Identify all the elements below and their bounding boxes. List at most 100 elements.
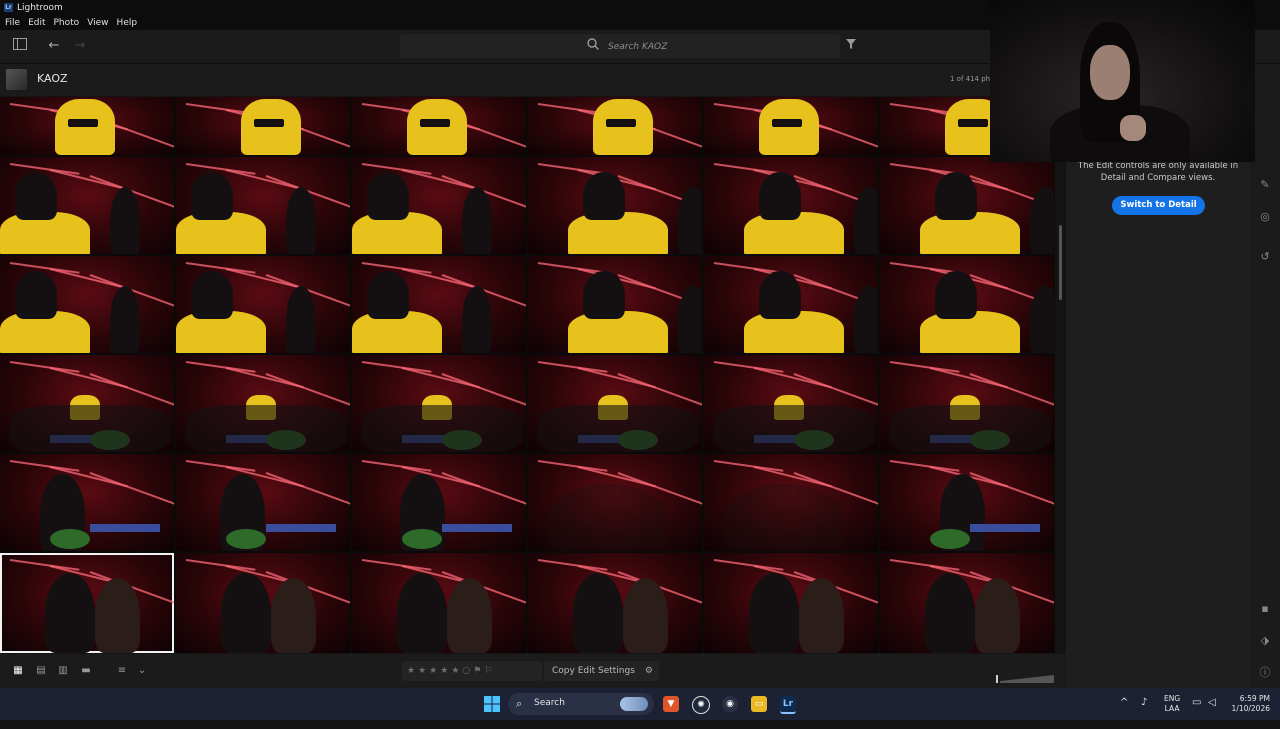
menu-edit[interactable]: Edit [28,18,45,28]
person-left [45,573,95,653]
photo-thumbnail[interactable] [352,454,526,551]
unflag-icon[interactable]: ○ [462,666,470,676]
copy-edit-settings-button[interactable]: Copy Edit Settings ⚙ [544,661,659,681]
filter-icon[interactable] [846,39,856,52]
back-arrow-icon[interactable]: ← [46,38,62,54]
detail-view-icon[interactable]: ▬ [80,665,92,677]
menu-photo[interactable]: Photo [54,18,80,28]
volume-icon[interactable]: ◁ [1208,697,1216,729]
info-icon[interactable]: ⓘ [1258,666,1272,680]
switch-to-detail-button[interactable]: Switch to Detail [1112,196,1205,215]
sort-chevron-down-icon[interactable]: ⌄ [136,665,148,677]
network-icon[interactable]: ▭ [1192,697,1201,729]
gear-icon[interactable]: ⚙ [645,661,653,681]
photo-thumbnail[interactable] [176,97,350,155]
photo-thumbnail[interactable] [176,454,350,551]
photo-thumbnail[interactable] [352,97,526,155]
clock-date: 1/10/2026 [1231,704,1270,713]
square-grid-view-icon[interactable]: ▦ [12,665,24,677]
star-icon[interactable]: ★ [429,666,437,676]
photo-thumbnail[interactable] [528,97,702,155]
photo-thumbnail[interactable] [880,454,1054,551]
photo-thumbnail[interactable] [0,97,174,155]
photo-thumbnail[interactable] [528,355,702,452]
photo-thumbnail[interactable] [528,157,702,254]
laser-beam [401,268,480,290]
photo-thumbnail[interactable] [352,157,526,254]
photo-grid-view-icon[interactable]: ▤ [35,665,47,677]
grid-scrollbar[interactable] [1056,97,1066,653]
thumbnail-size-slider[interactable] [996,668,1054,683]
dj-equipment [970,524,1040,532]
photo-thumbnail[interactable] [704,97,878,155]
photo-thumbnail[interactable] [528,256,702,353]
menu-file[interactable]: File [5,18,20,28]
photo-thumbnail[interactable] [704,256,878,353]
photo-thumbnail[interactable] [176,256,350,353]
sort-icon[interactable]: ≡ [116,665,128,677]
taskbar-search[interactable]: ⌕ Search [508,693,654,715]
clock[interactable]: 6:59 PM 1/10/2026 [1228,694,1270,726]
photo-thumbnail[interactable] [704,157,878,254]
photo-thumbnail[interactable] [0,256,174,353]
taskbar-search-icon: ⌕ [516,697,523,710]
star-icon[interactable]: ★ [418,666,426,676]
history-icon[interactable]: ↺ [1258,250,1272,264]
laser-beam [577,367,656,389]
keywords-icon[interactable]: ⬗ [1258,634,1272,648]
reject-flag-icon[interactable]: ⚐ [484,666,492,676]
photo-thumbnail[interactable] [528,454,702,551]
photo-thumbnail[interactable] [0,454,174,551]
photo-thumbnail[interactable] [352,553,526,653]
photo-thumbnail[interactable] [176,157,350,254]
star-icon[interactable]: ★ [440,666,448,676]
photo-count: 1 of 414 ph [950,75,991,83]
photo-thumbnail[interactable] [0,157,174,254]
grid-row [0,553,1055,653]
edit-icon[interactable]: ✎ [1258,178,1272,192]
photo-thumbnail[interactable] [880,256,1054,353]
photo-thumbnail[interactable] [352,256,526,353]
photo-thumbnail[interactable] [352,355,526,452]
photo-thumbnail[interactable] [528,553,702,653]
file-explorer-icon[interactable]: ▭ [751,696,767,712]
photo-thumbnail[interactable] [880,157,1054,254]
chatgpt-icon[interactable]: ✺ [692,696,710,714]
language-indicator[interactable]: ENG LAA [1164,694,1180,726]
photo-thumbnail[interactable] [176,355,350,452]
photo-thumbnail[interactable] [704,454,878,551]
singer-head [367,172,409,220]
background-person [462,286,492,353]
search-input[interactable] [606,37,830,57]
brave-browser-icon[interactable]: ▼ [663,696,679,712]
photo-thumbnail[interactable] [0,553,174,653]
panel-toggle-icon[interactable] [12,38,28,54]
comments-icon[interactable]: ▪ [1258,602,1272,616]
search-box[interactable] [400,34,840,58]
lightroom-taskbar-icon[interactable]: Lr [780,696,796,714]
taskbar-search-label: Search [534,698,565,708]
webcam-overlay [990,0,1255,162]
photo-thumbnail[interactable] [704,553,878,653]
star-icon[interactable]: ★ [407,666,415,676]
menu-help[interactable]: Help [117,18,138,28]
forward-arrow-icon[interactable]: → [72,38,88,54]
menu-view[interactable]: View [87,18,108,28]
photo-thumbnail[interactable] [880,355,1054,452]
person-right [271,578,316,653]
photo-thumbnail[interactable] [0,355,174,452]
tray-chevron-icon[interactable]: ^ [1120,697,1128,729]
chrome-icon[interactable]: ◉ [722,696,738,712]
scrollbar-thumb[interactable] [1059,225,1062,300]
compare-view-icon[interactable]: ▥ [57,665,69,677]
windows-start-icon[interactable] [484,696,500,712]
photo-thumbnail[interactable] [176,553,350,653]
jacket-print [420,119,450,127]
star-icon[interactable]: ★ [451,666,459,676]
pick-flag-icon[interactable]: ⚑ [473,666,481,676]
photo-thumbnail[interactable] [704,355,878,452]
photo-thumbnail[interactable] [880,553,1054,653]
crowd [10,405,170,452]
microphone-icon[interactable]: ♪ [1141,697,1147,729]
presets-icon[interactable]: ◎ [1258,210,1272,224]
